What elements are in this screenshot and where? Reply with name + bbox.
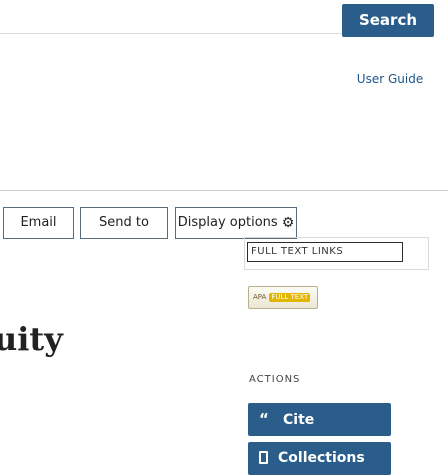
gear-icon: ⚙ — [281, 215, 295, 231]
send-to-label: Send to — [99, 215, 149, 230]
actions-label: ACTIONS — [249, 374, 301, 385]
collections-label: Collections — [278, 450, 365, 466]
bookmark-icon — [259, 451, 268, 464]
user-guide-link[interactable]: User Guide — [344, 72, 436, 86]
full-text-links-label: FULL TEXT LINKS — [247, 242, 403, 262]
collections-button[interactable]: Collections — [248, 442, 391, 475]
apa-logo-text: APA — [253, 293, 267, 301]
cite-label: Cite — [283, 412, 315, 428]
apa-full-text-link[interactable]: APA FULL TEXT — [248, 286, 318, 309]
search-button[interactable]: Search — [342, 4, 434, 37]
quote-icon: “ — [259, 410, 269, 428]
article-title: uity — [0, 320, 63, 358]
send-to-button[interactable]: Send to — [80, 207, 168, 239]
email-label: Email — [20, 215, 57, 230]
search-input[interactable] — [0, 0, 342, 34]
display-options-label: Display options — [177, 215, 278, 230]
toolbar-divider — [0, 190, 448, 191]
display-options-button[interactable]: Display options ⚙ — [175, 207, 297, 239]
apa-logo-tag: FULL TEXT — [269, 293, 311, 302]
email-button[interactable]: Email — [3, 207, 74, 239]
cite-button[interactable]: “ Cite — [248, 403, 391, 436]
